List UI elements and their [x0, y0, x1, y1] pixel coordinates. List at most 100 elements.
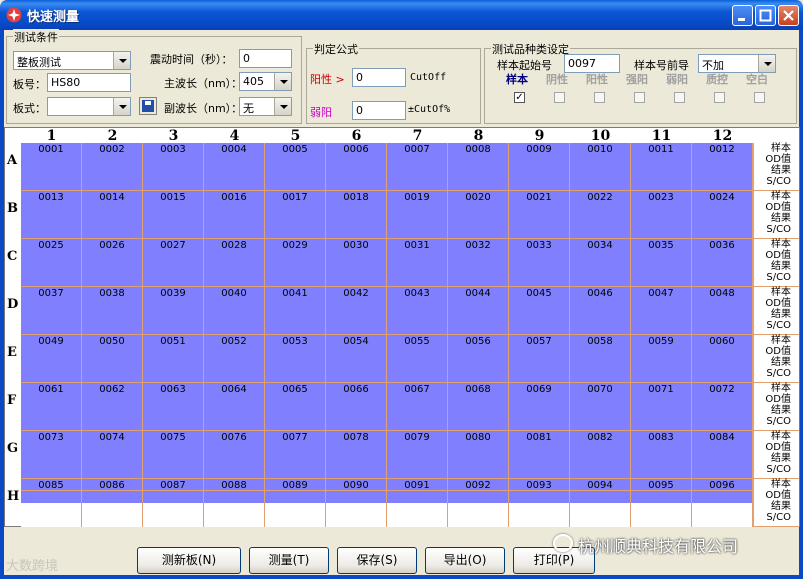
well-cell[interactable]: 0092 — [448, 479, 509, 491]
column-header[interactable]: 5 — [265, 128, 326, 144]
main-wavelength-select[interactable]: 405 — [239, 72, 292, 91]
well-cell[interactable]: 0021 — [509, 191, 570, 239]
well-cell[interactable]: 0003 — [143, 143, 204, 191]
well-cell[interactable]: 0055 — [387, 335, 448, 383]
sub-wavelength-select[interactable]: 无 — [239, 97, 292, 116]
well-cell[interactable]: 0022 — [570, 191, 631, 239]
well-cell[interactable]: 0045 — [509, 287, 570, 335]
column-header[interactable]: 2 — [82, 128, 143, 144]
plate-type-select[interactable] — [47, 97, 131, 116]
well-cell[interactable]: 0094 — [570, 479, 631, 491]
well-cell[interactable]: 0007 — [387, 143, 448, 191]
well-cell[interactable]: 0054 — [326, 335, 387, 383]
column-header[interactable]: 6 — [326, 128, 387, 144]
well-cell[interactable]: 0084 — [692, 431, 753, 479]
well-cell[interactable]: 0066 — [326, 383, 387, 431]
well-cell[interactable]: 0017 — [265, 191, 326, 239]
well-cell[interactable]: 0090 — [326, 479, 387, 491]
well-cell[interactable]: 0095 — [631, 479, 692, 491]
well-cell[interactable]: 0036 — [692, 239, 753, 287]
well-cell[interactable]: 0034 — [570, 239, 631, 287]
well-cell[interactable]: 0089 — [265, 479, 326, 491]
well-cell[interactable]: 0043 — [387, 287, 448, 335]
row-header[interactable]: H — [7, 489, 19, 504]
well-cell[interactable]: 0078 — [326, 431, 387, 479]
well-cell[interactable]: 0015 — [143, 191, 204, 239]
well-cell[interactable]: 0011 — [631, 143, 692, 191]
chevron-down-icon[interactable] — [113, 52, 130, 69]
well-cell[interactable]: 0014 — [82, 191, 143, 239]
well-cell[interactable]: 0026 — [82, 239, 143, 287]
well-cell[interactable]: 0063 — [143, 383, 204, 431]
well-cell[interactable]: 0037 — [21, 287, 82, 335]
row-header[interactable]: C — [7, 249, 17, 264]
well-cell[interactable]: 0009 — [509, 143, 570, 191]
column-header[interactable]: 7 — [387, 128, 448, 144]
well-cell[interactable]: 0012 — [692, 143, 753, 191]
well-cell[interactable]: 0008 — [448, 143, 509, 191]
maximize-button[interactable] — [755, 5, 776, 26]
well-cell[interactable]: 0016 — [204, 191, 265, 239]
well-cell[interactable]: 0077 — [265, 431, 326, 479]
measure-button[interactable]: 测量(T) — [249, 547, 329, 574]
sample-type-checkbox[interactable] — [634, 92, 645, 103]
well-cell[interactable]: 0051 — [143, 335, 204, 383]
well-cell[interactable]: 0019 — [387, 191, 448, 239]
well-cell[interactable]: 0071 — [631, 383, 692, 431]
column-header[interactable]: 8 — [448, 128, 509, 144]
well-cell[interactable]: 0058 — [570, 335, 631, 383]
well-cell[interactable]: 0085 — [21, 479, 82, 491]
new-plate-button[interactable]: 测新板(N) — [137, 547, 241, 574]
row-header[interactable]: A — [7, 153, 17, 168]
well-cell[interactable]: 0024 — [692, 191, 753, 239]
well-cell[interactable]: 0031 — [387, 239, 448, 287]
well-cell[interactable]: 0096 — [692, 479, 753, 491]
well-cell[interactable]: 0057 — [509, 335, 570, 383]
well-cell[interactable]: 0079 — [387, 431, 448, 479]
well-cell[interactable]: 0081 — [509, 431, 570, 479]
well-cell[interactable]: 0004 — [204, 143, 265, 191]
well-cell[interactable]: 0033 — [509, 239, 570, 287]
well-cell[interactable]: 0047 — [631, 287, 692, 335]
row-header[interactable]: F — [7, 393, 16, 408]
well-cell[interactable]: 0038 — [82, 287, 143, 335]
well-cell[interactable]: 0025 — [21, 239, 82, 287]
well-cell[interactable]: 0041 — [265, 287, 326, 335]
sample-type-checkbox[interactable]: ✓ — [514, 92, 525, 103]
well-cell[interactable]: 0046 — [570, 287, 631, 335]
plate-no-input[interactable]: HS80 — [47, 73, 131, 92]
well-cell[interactable]: 0030 — [326, 239, 387, 287]
chevron-down-icon[interactable] — [274, 73, 291, 90]
row-header[interactable]: G — [7, 441, 18, 456]
well-cell[interactable]: 0072 — [692, 383, 753, 431]
well-cell[interactable]: 0039 — [143, 287, 204, 335]
save-button[interactable]: 保存(S) — [337, 547, 417, 574]
well-cell[interactable]: 0087 — [143, 479, 204, 491]
well-cell[interactable]: 0002 — [82, 143, 143, 191]
close-button[interactable] — [778, 5, 799, 26]
well-cell[interactable]: 0064 — [204, 383, 265, 431]
well-cell[interactable]: 0086 — [82, 479, 143, 491]
column-header[interactable]: 4 — [204, 128, 265, 144]
well-cell[interactable]: 0074 — [82, 431, 143, 479]
minimize-button[interactable] — [732, 5, 753, 26]
well-cell[interactable]: 0050 — [82, 335, 143, 383]
well-cell[interactable]: 0013 — [21, 191, 82, 239]
well-cell[interactable]: 0028 — [204, 239, 265, 287]
chevron-down-icon[interactable] — [113, 98, 130, 115]
well-cell[interactable]: 0049 — [21, 335, 82, 383]
sample-type-checkbox[interactable] — [714, 92, 725, 103]
column-header[interactable]: 12 — [692, 128, 753, 144]
well-cell[interactable]: 0080 — [448, 431, 509, 479]
well-cell[interactable]: 0010 — [570, 143, 631, 191]
well-cell[interactable]: 0035 — [631, 239, 692, 287]
well-cell[interactable]: 0067 — [387, 383, 448, 431]
well-cell[interactable]: 0032 — [448, 239, 509, 287]
row-header[interactable]: E — [7, 345, 17, 360]
sample-type-checkbox[interactable] — [754, 92, 765, 103]
well-cell[interactable]: 0091 — [387, 479, 448, 491]
well-cell[interactable]: 0060 — [692, 335, 753, 383]
weak-cutoff-input[interactable]: 0 — [352, 101, 406, 120]
well-cell[interactable]: 0042 — [326, 287, 387, 335]
column-header[interactable]: 11 — [631, 128, 692, 144]
